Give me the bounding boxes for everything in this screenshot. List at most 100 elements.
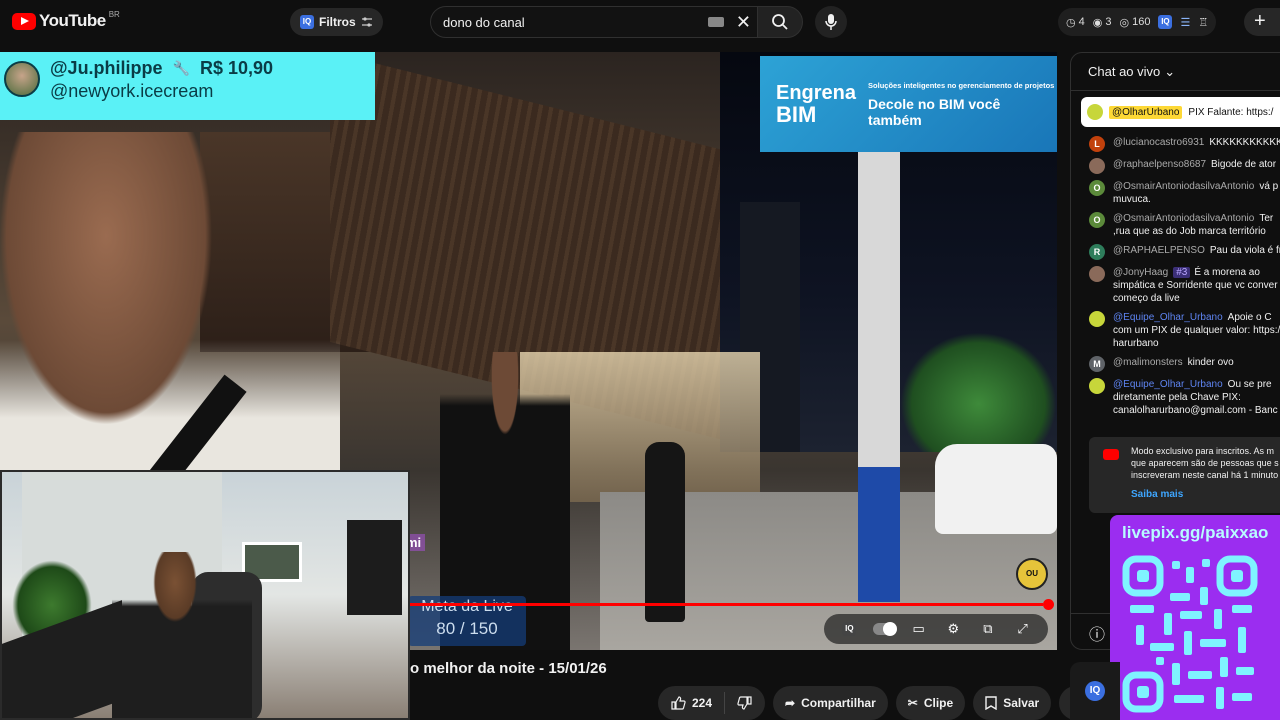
chevron-down-icon: ⌄ [1164, 63, 1176, 79]
search-button[interactable] [757, 6, 803, 38]
chat-message[interactable]: O @OsmairAntoniodasilvaAntonio Ter ,rua qu… [1071, 209, 1280, 241]
chat-message[interactable]: R @RAPHAELPENSO Pau da viola é fr [1071, 241, 1280, 263]
donation-header: @Ju.philippe 🔧 R$ 10,90 [50, 58, 375, 79]
progress-scrubber[interactable] [1043, 599, 1054, 610]
street-pole [858, 152, 900, 602]
chat-text: kinder ovo [1187, 357, 1234, 368]
views-count: 3 [1105, 16, 1112, 28]
voice-search-button[interactable] [815, 6, 847, 38]
chat-message-body: @JonyHaag #3 É a morena ao simpática e Sor… [1113, 266, 1280, 305]
chat-message[interactable]: O @OsmairAntoniodasilvaAntonio vá p muvuca… [1071, 177, 1280, 209]
list-icon[interactable]: ☰ [1180, 16, 1190, 29]
clock-stat: ◷ 4 [1066, 16, 1085, 29]
views-stat: ◉ 3 [1093, 16, 1112, 29]
member-badge: #3 [1173, 267, 1191, 278]
scissors-icon: ✂ [907, 696, 918, 710]
extension-stats[interactable]: ◷ 4 ◉ 3 ◎ 160 IQ ☰ ♖ [1058, 8, 1217, 36]
chat-text: Pau da viola é fr [1209, 245, 1280, 256]
goal-title: Meta da Live [421, 598, 513, 615]
chat-message[interactable]: @Equipe_Olhar_Urbano Ou se pre diretament… [1071, 375, 1280, 420]
chat-avatar [1089, 266, 1105, 282]
chat-message-body: @OsmairAntoniodasilvaAntonio vá p muvuca. [1113, 180, 1280, 206]
chat-author[interactable]: @OsmairAntoniodasilvaAntonio [1113, 181, 1254, 192]
iq-extension-button[interactable]: IQ [1070, 662, 1120, 720]
plus-icon: + [1254, 10, 1266, 32]
subtitles-icon[interactable]: ▭ [908, 618, 930, 640]
pinned-text: PIX Falante: https:/ [1188, 106, 1274, 118]
ad-brand-line2: BIM [776, 102, 817, 127]
like-dislike-group: 224 [658, 686, 766, 720]
save-button[interactable]: Salvar [973, 686, 1052, 720]
miniplayer-icon[interactable]: ⧉ [977, 618, 999, 640]
chat-author[interactable]: @malimonsters [1113, 357, 1183, 368]
chat-message-body: @lucianocastro6931 KKKKKKKKKKK [1113, 136, 1280, 152]
clock-count: 4 [1078, 16, 1085, 28]
goal-value: 80 / 150 [436, 619, 498, 638]
chat-message-body: @malimonsters kinder ovo [1113, 356, 1234, 372]
trophy-icon[interactable]: ♖ [1198, 16, 1208, 29]
chat-avatar [1089, 158, 1105, 174]
chat-avatar: M [1089, 356, 1105, 372]
iq-icon[interactable]: IQ [838, 618, 860, 640]
create-button[interactable]: + [1244, 8, 1280, 36]
share-button[interactable]: ➦ Compartilhar [773, 686, 888, 720]
fullscreen-icon[interactable]: ⤢ [1012, 618, 1034, 640]
settings-icon[interactable]: ⚙ [942, 618, 964, 640]
autoplay-toggle[interactable] [872, 618, 897, 640]
clip-button[interactable]: ✂ Clipe [895, 686, 966, 720]
pinned-avatar [1087, 104, 1103, 120]
chat-author[interactable]: @raphaelpenso8687 [1113, 159, 1206, 170]
chat-author[interactable]: @Equipe_Olhar_Urbano [1113, 379, 1223, 390]
ad-tagline: Soluções inteligentes no gerenciamento d… [868, 80, 1055, 90]
chat-messages: @OlharUrbano PIX Falante: https:/ L @luci… [1071, 97, 1280, 420]
search-input[interactable]: dono do canal [443, 15, 708, 30]
filtros-button[interactable]: IQ Filtros [290, 8, 383, 36]
chat-author[interactable]: @RAPHAELPENSO [1113, 245, 1205, 256]
pinned-message[interactable]: @OlharUrbano PIX Falante: https:/ [1081, 97, 1280, 127]
thumbs-down-icon [737, 696, 752, 710]
chat-avatar: O [1089, 180, 1105, 196]
streamer [112, 552, 252, 718]
chat-message[interactable]: @raphaelpenso8687 Bigode de ator [1071, 155, 1280, 177]
keyboard-icon[interactable] [707, 17, 724, 27]
iq-icon[interactable]: IQ [1158, 15, 1173, 29]
pinned-author: @OlharUrbano [1109, 105, 1183, 119]
share-label: Compartilhar [801, 696, 876, 710]
donation-message: @newyork.icecream [50, 81, 214, 101]
chat-author[interactable]: @JonyHaag [1113, 267, 1168, 278]
chat-message[interactable]: M @malimonsters kinder ovo [1071, 353, 1280, 375]
donor-avatar [4, 61, 40, 97]
clear-search-icon[interactable]: ✕ [736, 12, 751, 33]
youtube-logo[interactable]: YouTube BR [12, 10, 120, 31]
chat-message-body: @RAPHAELPENSO Pau da viola é fr [1113, 244, 1280, 260]
wrench-icon: 🔧 [172, 60, 190, 76]
search-icon [772, 14, 788, 30]
dislike-button[interactable] [725, 695, 765, 711]
search-box[interactable]: dono do canal ✕ [430, 6, 760, 38]
chat-message[interactable]: @Equipe_Olhar_Urbano Apoie o C com um PIX… [1071, 308, 1280, 353]
logo-text: YouTube [39, 11, 106, 30]
like-count: 224 [692, 696, 713, 710]
like-button[interactable]: 224 [658, 692, 726, 714]
chat-header[interactable]: Chat ao vivo ⌄ [1071, 53, 1280, 91]
mic-icon [825, 14, 837, 30]
donation-amount: R$ 10,90 [200, 58, 274, 78]
chat-message[interactable]: L @lucianocastro6931 KKKKKKKKKKK [1071, 133, 1280, 155]
info-icon[interactable]: ⓘ [1089, 621, 1105, 645]
share-icon: ➦ [785, 696, 796, 710]
chat-message-body: @raphaelpenso8687 Bigode de ator [1113, 158, 1276, 174]
toggle-icon [872, 622, 897, 636]
save-label: Salvar [1003, 696, 1040, 710]
tv [347, 520, 402, 615]
chat-message-body: @Equipe_Olhar_Urbano Ou se pre diretament… [1113, 378, 1280, 417]
people-icon: ◎ [1119, 16, 1130, 29]
chat-author[interactable]: @lucianocastro6931 [1113, 137, 1204, 148]
security-guard [645, 442, 685, 622]
chat-author[interactable]: @Equipe_Olhar_Urbano [1113, 312, 1223, 323]
chat-message[interactable]: @JonyHaag #3 É a morena ao simpática e Sor… [1071, 263, 1280, 308]
message-list: L @lucianocastro6931 KKKKKKKKKKK @raphaelpe… [1071, 133, 1280, 420]
iq-icon: IQ [1085, 681, 1105, 701]
saiba-mais-link[interactable]: Saiba mais [1131, 489, 1280, 501]
youtube-icon [1103, 449, 1119, 460]
chat-author[interactable]: @OsmairAntoniodasilvaAntonio [1113, 213, 1254, 224]
